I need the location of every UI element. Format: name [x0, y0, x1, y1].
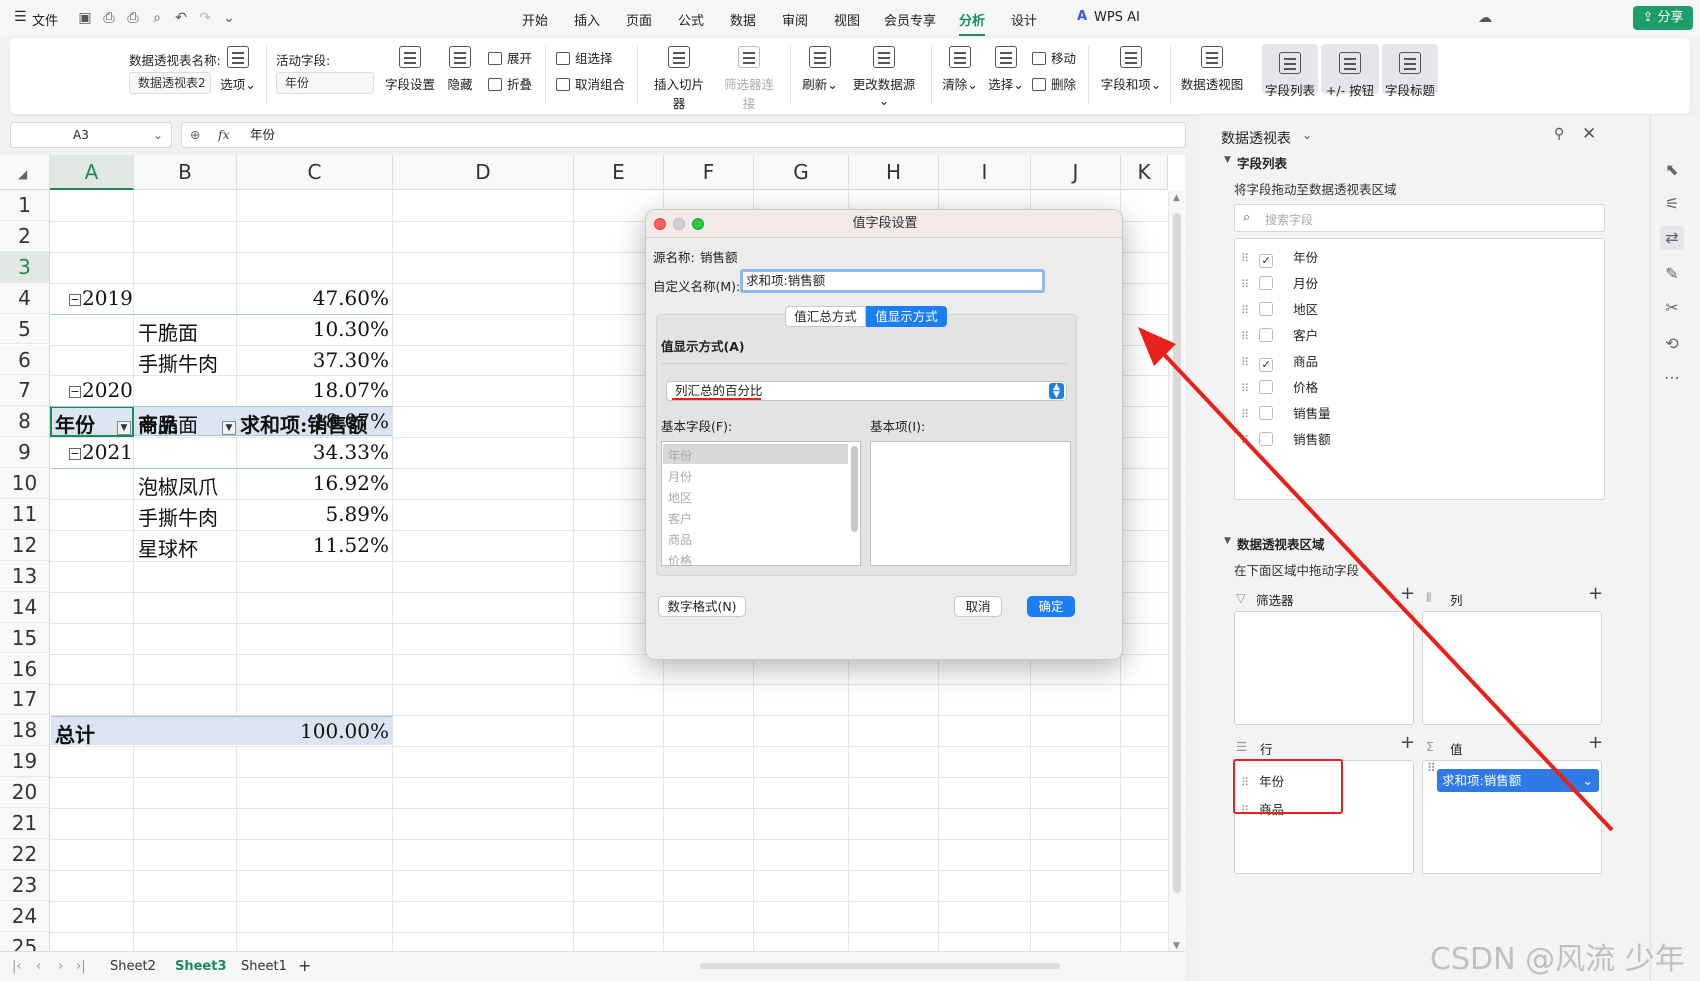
watermark: CSDN @风流 少年 — [1430, 942, 1685, 977]
arrow-shaft — [1156, 346, 1614, 832]
annotation-arrow — [1138, 327, 1614, 832]
